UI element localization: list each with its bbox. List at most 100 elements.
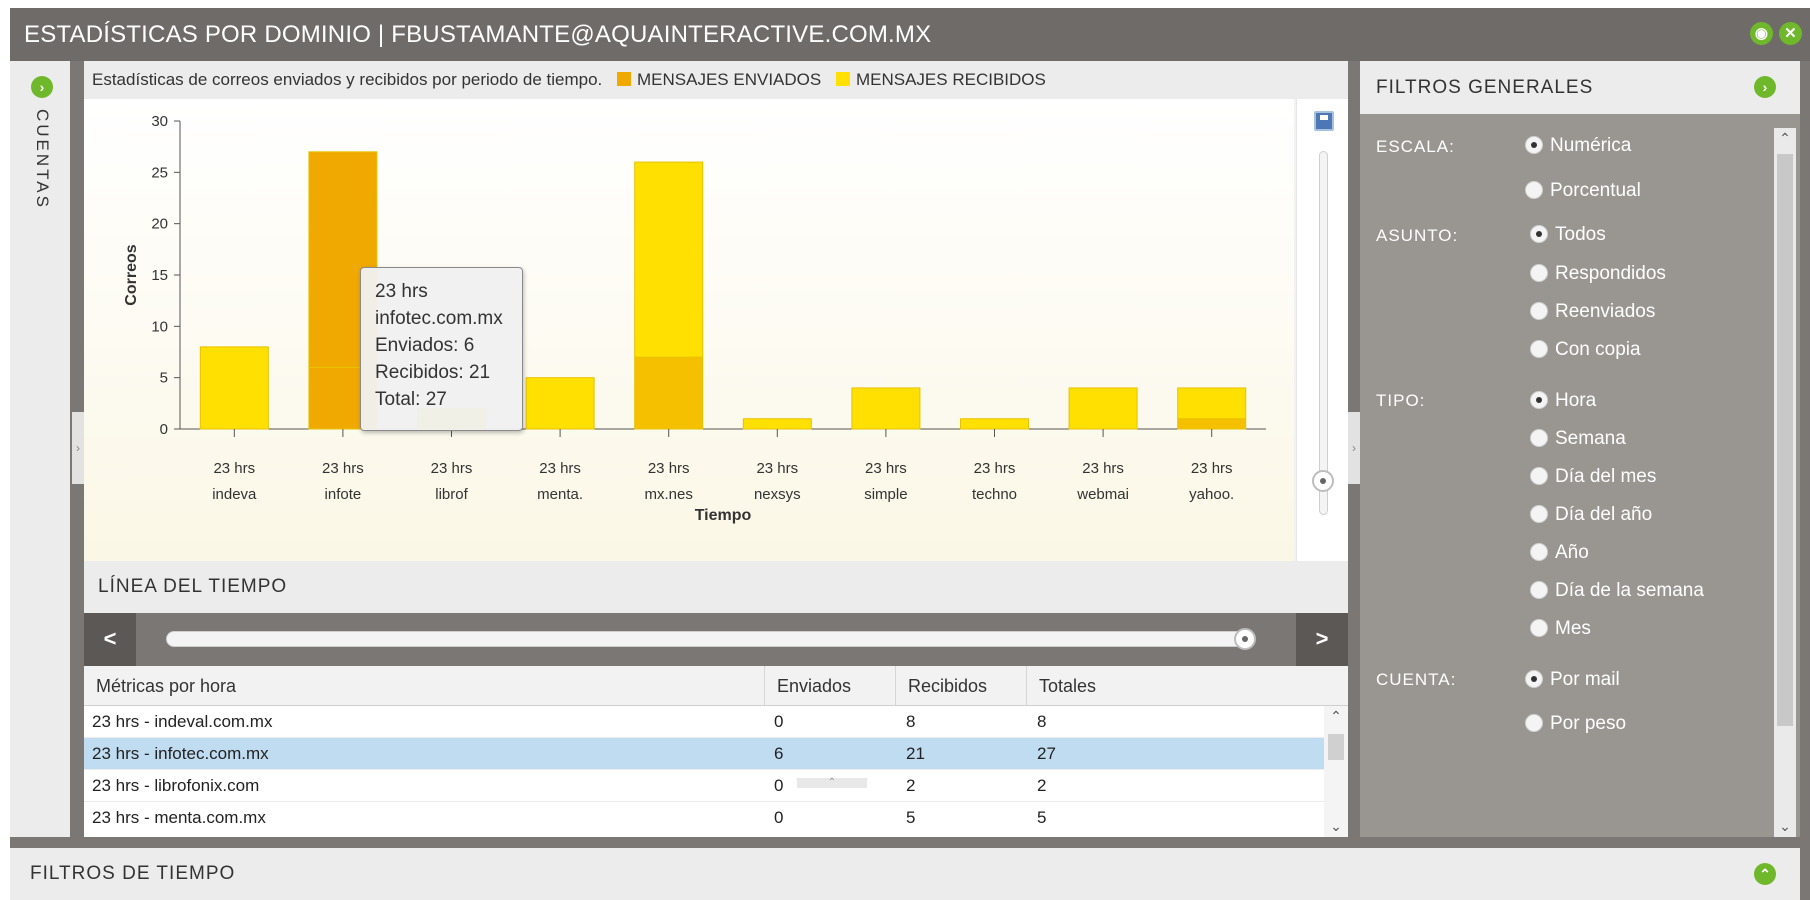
radio-dia-del-mes[interactable]: Día del mes (1530, 466, 1656, 488)
radio-dot-selected[interactable] (1530, 225, 1548, 243)
legend-sent[interactable]: MENSAJES ENVIADOS (637, 70, 821, 89)
legend-swatch-received (835, 72, 850, 86)
timeline-next-button[interactable]: > (1296, 613, 1348, 666)
cell-metric: 23 hrs - indeval.com.mx (92, 712, 273, 731)
x-tick-label: 23 hrs (648, 460, 690, 477)
y-axis-label: Correos (123, 244, 140, 305)
bar-segment (1177, 418, 1247, 430)
cell-sent: 0 (774, 776, 784, 795)
radio-dot[interactable] (1530, 467, 1548, 485)
scroll-down-icon[interactable]: ⌄ (1774, 818, 1796, 835)
zoom-slider-thumb[interactable] (1312, 470, 1334, 492)
zoom-slider-track[interactable] (1319, 151, 1328, 515)
y-tick-label: 15 (151, 267, 168, 284)
radio-dot[interactable] (1530, 505, 1548, 523)
bar-segment (199, 346, 269, 430)
save-icon[interactable] (1314, 111, 1334, 131)
radio-dot-selected[interactable] (1525, 136, 1543, 154)
column-header-sent[interactable]: Enviados (764, 666, 895, 706)
y-tick-label: 30 (151, 113, 168, 130)
radio-dot[interactable] (1530, 543, 1548, 561)
radio-dia-del-ano[interactable]: Día del año (1530, 504, 1652, 526)
radio-dot[interactable] (1530, 264, 1548, 282)
radio-hora[interactable]: Hora (1530, 390, 1596, 412)
radio-dot[interactable] (1530, 340, 1548, 358)
radio-por-mail[interactable]: Por mail (1525, 669, 1620, 691)
x-tick-label: 23 hrs (865, 460, 907, 477)
timeline-prev-button[interactable]: < (84, 613, 136, 666)
general-filters-panel: FILTROS GENERALES › ESCALA: Numérica Por… (1360, 61, 1800, 837)
radio-dot[interactable] (1525, 714, 1543, 732)
radio-ano[interactable]: Año (1530, 542, 1589, 564)
expand-arrow-icon[interactable]: › (31, 76, 53, 98)
x-tick-label: 23 hrs (756, 460, 798, 477)
timeline-slider-track[interactable] (166, 631, 1248, 647)
radio-mes[interactable]: Mes (1530, 618, 1591, 640)
filters-scrollbar[interactable]: ⌃ ⌄ (1774, 128, 1796, 837)
radio-label: Por mail (1550, 669, 1620, 690)
cell-received: 2 (906, 776, 916, 795)
y-tick-label: 25 (151, 164, 168, 181)
cell-total: 5 (1037, 808, 1047, 827)
table-row[interactable]: 23 hrs - indeval.com.mx 0 8 8 (84, 706, 1324, 738)
bar-segment (742, 418, 812, 430)
table-row[interactable]: 23 hrs - menta.com.mx 0 5 5 (84, 802, 1324, 837)
radio-dot-selected[interactable] (1530, 391, 1548, 409)
radio-label: Reenviados (1555, 301, 1656, 322)
radio-numerica[interactable]: Numérica (1525, 135, 1631, 157)
radio-todos[interactable]: Todos (1530, 224, 1606, 246)
radio-dia-de-la-semana[interactable]: Día de la semana (1530, 580, 1704, 602)
chart-area: 0 5 10 15 20 25 30 Correos 23 hrs indeva 23 hrs inf… (84, 99, 1294, 561)
grid-scrollbar[interactable]: ⌃ ⌄ (1324, 706, 1348, 837)
expand-up-icon[interactable]: ⌃ (1754, 863, 1776, 885)
radio-dot[interactable] (1525, 181, 1543, 199)
cell-sent: 0 (774, 808, 784, 827)
radio-dot[interactable] (1530, 429, 1548, 447)
radio-label: Hora (1555, 390, 1597, 411)
radio-dot[interactable] (1530, 619, 1548, 637)
table-row[interactable]: 23 hrs - librofonix.com 0 2 2 (84, 770, 1324, 802)
radio-dot-selected[interactable] (1525, 670, 1543, 688)
radio-con-copia[interactable]: Con copia (1530, 339, 1641, 361)
radio-semana[interactable]: Semana (1530, 428, 1626, 450)
radio-por-peso[interactable]: Por peso (1525, 713, 1626, 735)
scroll-up-icon[interactable]: ⌃ (1324, 708, 1348, 725)
column-header-total[interactable]: Totales (1026, 666, 1348, 706)
column-header-metric[interactable]: Métricas por hora (84, 666, 764, 706)
scroll-up-icon[interactable]: ⌃ (1774, 130, 1796, 147)
scroll-down-icon[interactable]: ⌄ (1324, 818, 1348, 835)
right-collapse-handle[interactable]: › (1348, 412, 1360, 484)
filters-toggle-icon[interactable]: › (1754, 76, 1776, 98)
y-tick-label: 20 (151, 216, 168, 233)
grid-scroll-thumb[interactable] (1328, 734, 1344, 760)
timeline-slider-thumb[interactable] (1234, 628, 1256, 650)
legend-swatch-sent (617, 72, 632, 86)
radio-respondidos[interactable]: Respondidos (1530, 263, 1666, 285)
bar-chart: 0 5 10 15 20 25 30 Correos 23 hrs indeva 23 hrs inf… (123, 113, 1266, 524)
table-row-selected[interactable]: 23 hrs - infotec.com.mx 6 21 27 (84, 738, 1324, 770)
legend-received[interactable]: MENSAJES RECIBIDOS (856, 70, 1046, 89)
accounts-sidebar[interactable]: › CUENTAS (10, 61, 70, 837)
metrics-grid: Métricas por hora Enviados Recibidos Tot… (84, 666, 1348, 837)
radio-label: Con copia (1555, 339, 1641, 360)
radio-dot[interactable] (1530, 302, 1548, 320)
chart-tooltip: 23 hrs infotec.com.mx Enviados: 6 Recibi… (360, 267, 523, 431)
left-collapse-handle[interactable]: › (72, 412, 84, 484)
minimize-icon[interactable]: ◉ (1750, 22, 1773, 45)
cell-sent: 6 (774, 744, 784, 763)
cell-metric: 23 hrs - infotec.com.mx (92, 744, 269, 763)
radio-porcentual[interactable]: Porcentual (1525, 180, 1641, 202)
filters-title: FILTROS GENERALES (1376, 77, 1594, 98)
x-tick-label: 23 hrs (974, 460, 1016, 477)
radio-dot[interactable] (1530, 581, 1548, 599)
grid-header: Métricas por hora Enviados Recibidos Tot… (84, 666, 1348, 706)
close-icon[interactable]: ✕ (1779, 22, 1802, 45)
bottom-resize-grip[interactable]: ⌃ (797, 778, 867, 788)
radio-reenviados[interactable]: Reenviados (1530, 301, 1655, 323)
cell-total: 8 (1037, 712, 1047, 731)
filters-scroll-thumb[interactable] (1777, 154, 1793, 726)
chart-tools (1296, 99, 1348, 561)
column-header-received[interactable]: Recibidos (895, 666, 1026, 706)
radio-label: Todos (1555, 224, 1606, 245)
time-filters-bar[interactable]: FILTROS DE TIEMPO ⌃ (10, 848, 1800, 900)
